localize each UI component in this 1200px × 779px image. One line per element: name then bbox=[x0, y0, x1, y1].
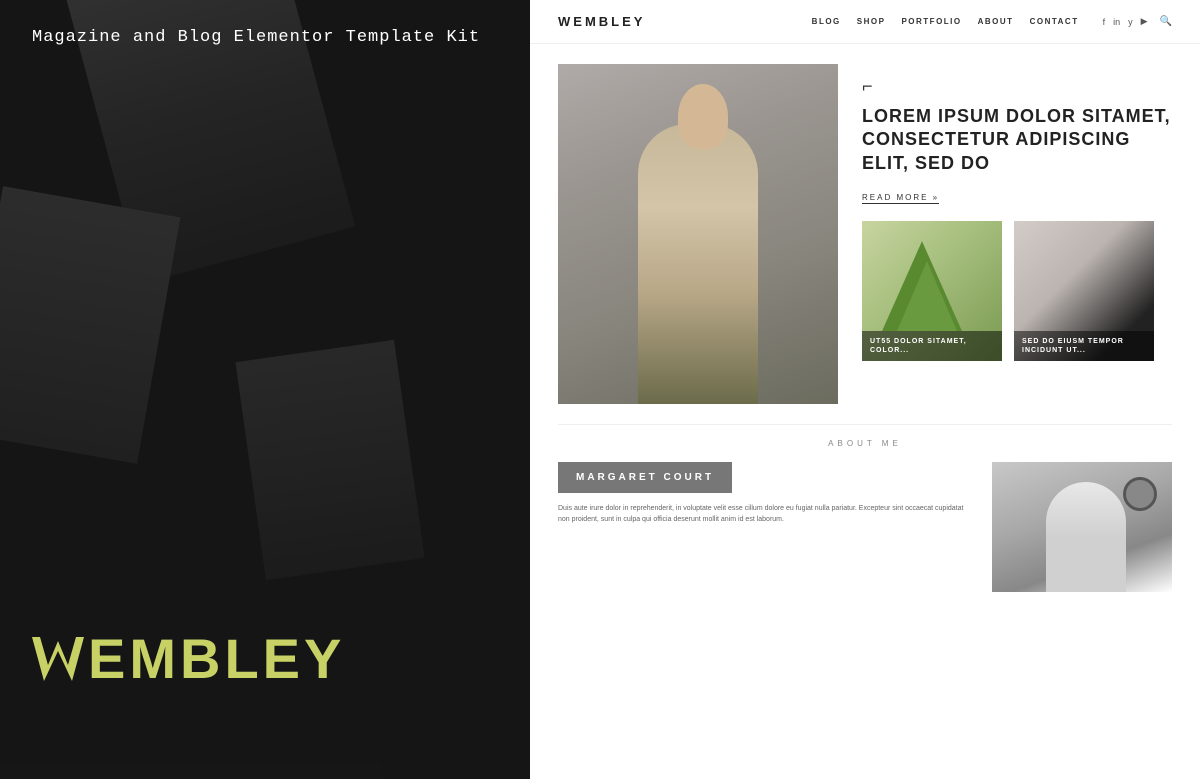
read-more-link[interactable]: READ MORE » bbox=[862, 193, 939, 204]
section-label: ABOUT ME bbox=[558, 439, 1172, 448]
twitter-icon[interactable]: y bbox=[1128, 17, 1133, 27]
facebook-icon[interactable]: f bbox=[1103, 17, 1106, 27]
right-panel: WEMBLEY BLOG SHOP PORTFOLIO ABOUT CONTAC… bbox=[530, 0, 1200, 779]
name-badge: MARGARET COURT bbox=[558, 462, 732, 493]
about-section: ABOUT ME MARGARET COURT Duis aute irure … bbox=[558, 424, 1172, 592]
card-2-overlay: SED DO EIUSM TEMPOR INCIDUNT UT... bbox=[1014, 331, 1154, 361]
site-main: ⌐ LOREM IPSUM DOLOR SITAMET, CONSECTETUR… bbox=[530, 44, 1200, 779]
w-logo-icon bbox=[32, 633, 84, 685]
about-left: MARGARET COURT Duis aute irure dolor in … bbox=[558, 462, 972, 525]
search-icon[interactable]: 🔍 bbox=[1160, 16, 1172, 27]
about-content: MARGARET COURT Duis aute irure dolor in … bbox=[558, 462, 1172, 592]
nav-blog[interactable]: BLOG bbox=[812, 17, 841, 26]
card-1-overlay: UT55 DOLOR SITAMET, COLOR... bbox=[862, 331, 1002, 361]
nav-contact[interactable]: CONTACT bbox=[1030, 17, 1079, 26]
nav-about[interactable]: ABOUT bbox=[978, 17, 1014, 26]
wembley-logo-large: EMBLEY bbox=[32, 626, 498, 691]
about-bio: Duis aute irure dolor in reprehenderit, … bbox=[558, 503, 972, 525]
youtube-icon[interactable]: ▶ bbox=[1141, 16, 1148, 27]
site-nav: BLOG SHOP PORTFOLIO ABOUT CONTACT bbox=[812, 17, 1079, 26]
nav-portfolio[interactable]: PORTFOLIO bbox=[901, 17, 961, 26]
card-2-text: SED DO EIUSM TEMPOR INCIDUNT UT... bbox=[1022, 337, 1146, 355]
small-card-2[interactable]: SED DO EIUSM TEMPOR INCIDUNT UT... bbox=[1014, 221, 1154, 361]
left-content: Magazine and Blog Elementor Template Kit… bbox=[0, 0, 530, 779]
site-logo: WEMBLEY bbox=[558, 14, 645, 29]
card-1-text: UT55 DOLOR SITAMET, COLOR... bbox=[870, 337, 994, 355]
hero-section: ⌐ LOREM IPSUM DOLOR SITAMET, CONSECTETUR… bbox=[558, 64, 1172, 404]
hero-text: ⌐ LOREM IPSUM DOLOR SITAMET, CONSECTETUR… bbox=[862, 64, 1172, 404]
about-image bbox=[992, 462, 1172, 592]
kit-title: Magazine and Blog Elementor Template Kit bbox=[32, 28, 498, 47]
nav-shop[interactable]: SHOP bbox=[857, 17, 886, 26]
logo-text: EMBLEY bbox=[88, 626, 345, 691]
bracket-top: ⌐ bbox=[862, 76, 1172, 97]
small-card-1[interactable]: UT55 DOLOR SITAMET, COLOR... bbox=[862, 221, 1002, 361]
hero-image bbox=[558, 64, 838, 404]
site-social: f in y ▶ 🔍 bbox=[1103, 16, 1172, 27]
small-cards-row: UT55 DOLOR SITAMET, COLOR... SED DO EIUS… bbox=[862, 221, 1172, 361]
left-panel: Magazine and Blog Elementor Template Kit… bbox=[0, 0, 530, 779]
site-header: WEMBLEY BLOG SHOP PORTFOLIO ABOUT CONTAC… bbox=[530, 0, 1200, 44]
linkedin-icon[interactable]: in bbox=[1113, 17, 1120, 27]
hero-headline: LOREM IPSUM DOLOR SITAMET, CONSECTETUR A… bbox=[862, 105, 1172, 175]
